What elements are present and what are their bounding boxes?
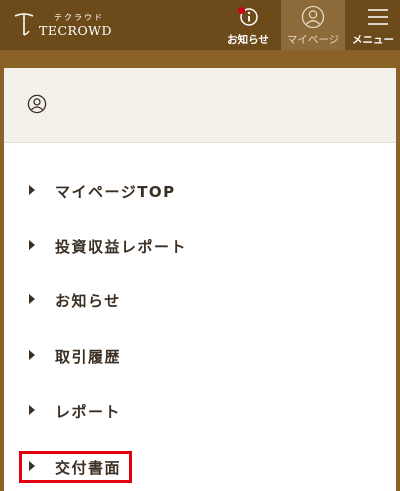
notice-button[interactable]: お知らせ: [218, 0, 278, 50]
panel-header: [4, 68, 396, 143]
user-icon: [27, 94, 47, 114]
hamburger-icon: [368, 9, 388, 25]
nav-item-transaction-history[interactable]: 取引履歴: [4, 340, 396, 370]
menu-label: メニュー: [352, 34, 394, 46]
nav-item-mypage-top[interactable]: マイページTOP: [4, 175, 396, 205]
nav-item-label: 取引履歴: [55, 348, 122, 366]
nav-item-delivered-documents[interactable]: 交付書面: [4, 451, 396, 483]
top-header: テクラウド TECROWD お知らせ マイページ メニュー: [0, 0, 400, 50]
nav-item-label: お知らせ: [55, 292, 121, 310]
caret-right-icon: [29, 240, 35, 250]
mypage-button[interactable]: マイページ: [281, 0, 345, 50]
tecrowd-logo-mark-icon: [14, 13, 34, 36]
notice-label: お知らせ: [227, 34, 269, 46]
logo-kana-text: テクラウド: [54, 13, 104, 22]
caret-right-icon: [29, 294, 35, 304]
tecrowd-logo[interactable]: テクラウド TECROWD: [14, 8, 114, 42]
nav-item-label: 交付書面: [55, 459, 122, 477]
caret-right-icon: [29, 185, 35, 195]
caret-right-icon: [29, 461, 35, 471]
nav-item-reports[interactable]: レポート: [4, 395, 396, 425]
unread-dot: [238, 7, 245, 14]
mypage-label: マイページ: [286, 34, 340, 46]
user-icon: [301, 5, 325, 29]
caret-right-icon: [29, 405, 35, 415]
nav-item-investment-report[interactable]: 投資収益レポート: [4, 230, 396, 260]
menu-button[interactable]: メニュー: [345, 0, 400, 50]
caret-right-icon: [29, 350, 35, 360]
nav-item-notices[interactable]: お知らせ: [4, 284, 396, 314]
nav-item-label: マイページTOP: [55, 183, 176, 201]
logo-wordmark: TECROWD: [39, 23, 113, 38]
nav-item-label: 投資収益レポート: [55, 238, 188, 256]
nav-item-label: レポート: [55, 403, 122, 421]
mypage-panel: マイページTOP 投資収益レポート お知らせ 取引履歴 レポート 交付書面: [4, 68, 396, 491]
